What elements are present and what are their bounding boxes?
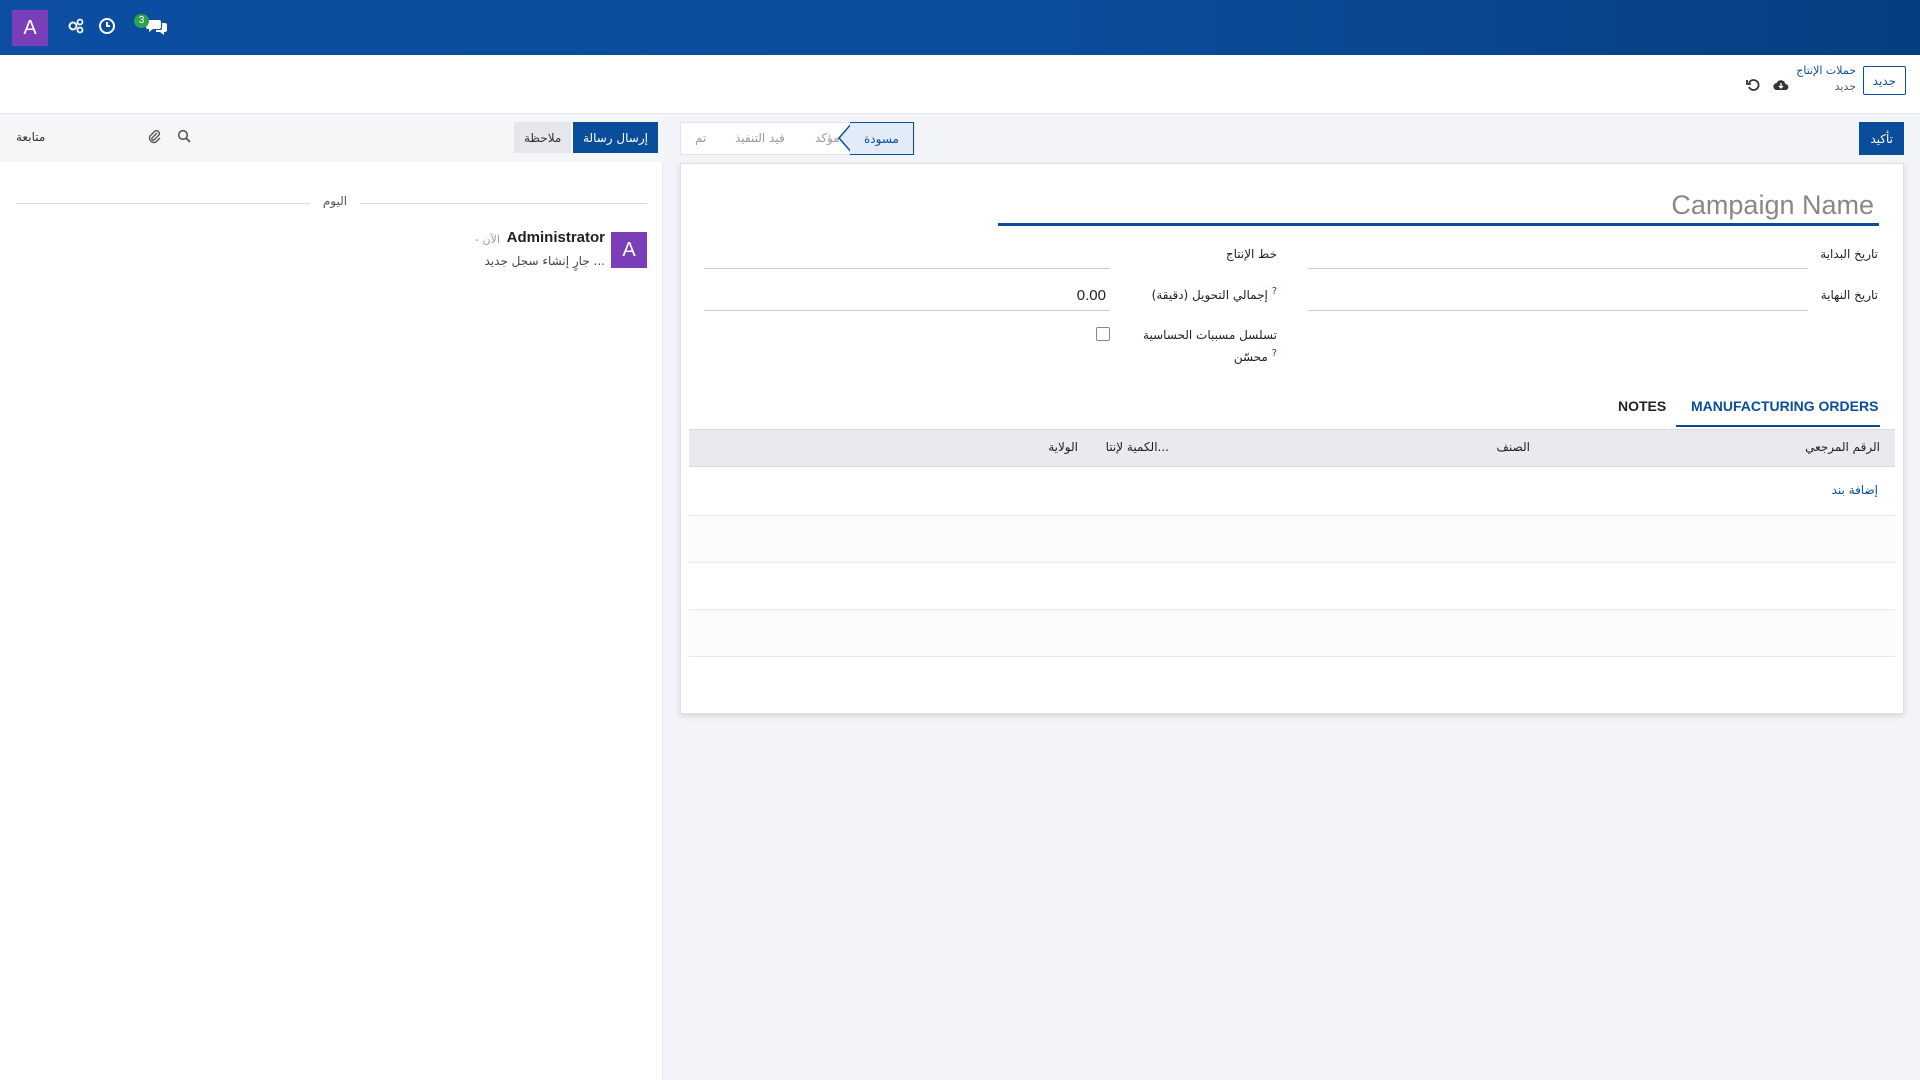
start-date-field[interactable]: [1308, 268, 1808, 269]
table-row: [689, 562, 1895, 563]
total-changeover-value[interactable]: 0.00: [1077, 287, 1106, 304]
optimized-sequence-label-2: محسّن ?: [1233, 348, 1277, 364]
follow-button[interactable]: متابعة: [16, 130, 45, 144]
top-navbar: [0, 0, 1920, 55]
table-row: [689, 656, 1895, 657]
paperclip-icon[interactable]: [146, 128, 162, 144]
breadcrumb-parent[interactable]: حملات الإنتاج: [1796, 63, 1856, 79]
add-line-link[interactable]: إضافة بند: [1832, 483, 1878, 497]
status-in-progress[interactable]: قيد التنفيذ: [735, 131, 785, 145]
messages-icon[interactable]: [146, 15, 168, 37]
end-date-label: تاريخ النهاية: [1820, 288, 1878, 302]
production-line-label: خط الإنتاج: [1225, 247, 1277, 261]
column-state[interactable]: الولاية: [1048, 440, 1078, 454]
help-icon[interactable]: ?: [1272, 348, 1277, 359]
message-author[interactable]: Administrator: [507, 229, 605, 246]
total-changeover-field[interactable]: [704, 310, 1110, 311]
help-icon[interactable]: ?: [1272, 286, 1277, 297]
message-count-badge: 3: [134, 14, 149, 28]
breadcrumb: حملات الإنتاج جديد: [1796, 63, 1856, 95]
activity-users-icon[interactable]: [65, 15, 87, 37]
tab-manufacturing-orders[interactable]: MANUFACTURING ORDERS: [1691, 398, 1878, 414]
total-changeover-label: إجمالي التحويل (دقيقة) ?: [1151, 286, 1277, 302]
clock-icon[interactable]: [96, 15, 118, 37]
table-row: [689, 516, 1895, 562]
message-author-avatar[interactable]: A: [611, 232, 647, 268]
log-note-button[interactable]: ملاحظة: [514, 122, 572, 153]
optimized-sequence-label: تسلسل مسببات الحساسية: [1143, 328, 1277, 342]
campaign-name-input[interactable]: Campaign Name: [998, 186, 1879, 226]
column-reference[interactable]: الرقم المرجعي: [1805, 440, 1880, 454]
save-cloud-icon[interactable]: [1773, 77, 1789, 93]
status-confirmed[interactable]: مؤكد: [815, 131, 840, 145]
column-quantity[interactable]: الكمية لإنتا...: [1106, 440, 1169, 454]
active-tab-underline: [1676, 425, 1880, 427]
user-avatar[interactable]: A: [12, 10, 48, 46]
message-date: - الآن: [475, 233, 500, 246]
discard-undo-icon[interactable]: [1745, 77, 1761, 93]
production-line-field[interactable]: [704, 268, 1110, 269]
optimized-sequence-checkbox[interactable]: [1096, 327, 1110, 341]
table-row: [689, 610, 1895, 656]
table-header: [689, 429, 1895, 467]
breadcrumb-current: جديد: [1834, 80, 1856, 93]
start-date-label: تاريخ البداية: [1820, 247, 1878, 261]
message-body: جارٍ إنشاء سجل جديد ...: [484, 254, 606, 268]
separator-line: [358, 203, 647, 204]
tab-notes[interactable]: NOTES: [1618, 398, 1666, 414]
separator-line: [16, 203, 316, 204]
send-message-button[interactable]: إرسال رسالة: [573, 122, 658, 153]
day-separator: اليوم: [310, 194, 360, 208]
control-panel: [0, 55, 1920, 114]
status-done[interactable]: تم: [695, 131, 706, 145]
search-icon[interactable]: [176, 128, 192, 144]
end-date-field[interactable]: [1308, 310, 1808, 311]
confirm-button[interactable]: تأكيد: [1859, 122, 1904, 155]
status-draft[interactable]: مسودة: [850, 122, 914, 155]
column-product[interactable]: الصنف: [1497, 440, 1530, 454]
new-button[interactable]: جديد: [1862, 66, 1906, 95]
